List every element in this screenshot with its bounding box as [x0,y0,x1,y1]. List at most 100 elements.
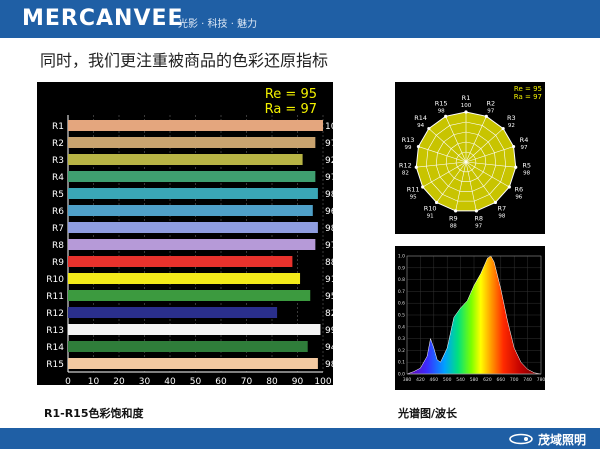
y-tick-label: R9 [52,258,64,268]
y-tick-label: R5 [52,190,64,200]
data-label: 88 [325,258,333,268]
radar-point [474,209,478,213]
bar-chart-svg: 0 10 20 30 40 50 60 70 80 90 100 R1 100 R2 97 R3 92 R4 97 R… [46,87,342,387]
radar-axis-label: R11 [407,186,420,194]
data-label: 96 [325,207,333,217]
bar-r1 [68,120,323,131]
radar-chart-svg: R1100 R297R392R497R598R696R798R897R988R10… [399,85,542,230]
radar-point [511,144,516,149]
radar-point [464,110,468,114]
y-tick-label: R13 [46,326,64,336]
radar-point [501,126,505,131]
y-tick-label: 0.1 [398,360,405,366]
x-tick-label: 50 [190,377,202,385]
x-tick-label: 20 [113,377,125,385]
y-tick-label: 0.3 [398,336,405,342]
header-bar: MERCANVEE 光影 · 科技 · 魅力 [0,0,600,38]
spectrum-caption: 光谱图/波长 [398,407,458,420]
radar-point [416,144,421,149]
ra-label: Ra = 97 [265,102,317,117]
bar-r8 [68,239,316,250]
company-logo-icon [509,433,533,445]
x-tick-label: 100 [314,377,331,385]
slide-title: 同时，我们更注重被商品的色彩还原指标 [40,51,329,70]
radar-chart: R1 100 R2 97 R3 92 R4 97 R5 98 R6 96 R7 98 R8 97 R9 88 R10… [395,82,545,234]
radar-axis-value: 97 [475,224,482,230]
radar-axis-label: R15 [435,99,448,107]
data-label: 91 [325,275,333,285]
y-tick-label: R12 [46,309,64,319]
x-tick-label: 700 [510,377,519,383]
bar-r15 [68,358,318,369]
radar-legend-ra: Ra = 97 [514,93,542,101]
y-tick-label: R6 [52,207,64,217]
x-tick-label: 30 [139,377,151,385]
bar-r14 [68,341,308,352]
radar-axis-label: R10 [424,204,437,212]
radar-axis-value: 99 [404,145,411,151]
x-tick-label: 10 [88,377,100,385]
radar-axis-value: 91 [427,213,434,219]
y-tick-label: R2 [52,139,64,149]
x-tick-label: 420 [416,377,425,383]
data-label: 97 [325,241,333,251]
x-tick-label: 740 [523,377,532,383]
x-tick-label: 70 [241,377,253,385]
bar-r2 [68,137,316,148]
x-tick-label: 380 [403,377,412,383]
spectrum-chart-svg: 0.0 0.1 0.2 0.3 0.4 0.5 0.6 0.7 0.8 0.9 1.0 380 420 4… [398,254,546,384]
re-label: Re = 95 [265,87,317,102]
y-tick-label: 0.0 [398,372,405,378]
y-tick-label: 0.7 [398,289,405,295]
x-tick-label: 90 [292,377,304,385]
radar-axis-label: R2 [486,99,495,107]
radar-axis-label: R1 [462,94,471,102]
bar-r9 [68,256,293,267]
radar-axis-value: 88 [450,224,457,230]
radar-point [427,126,431,131]
bar-r5 [68,188,318,199]
x-tick-label: 460 [430,377,439,383]
radar-axis-label: R3 [507,114,516,122]
radar-axis-label: R6 [514,186,523,194]
company-name: 茂域照明 [537,432,586,447]
x-tick-label: 40 [164,377,176,385]
y-tick-label: R1 [52,122,64,132]
y-tick-label: R11 [46,292,64,302]
radar-legend-re: Re = 95 [514,85,542,93]
x-tick-label: 620 [483,377,492,383]
radar-point [507,185,511,189]
y-tick-label: 0.9 [398,265,405,271]
y-tick-label: R14 [46,343,64,353]
bar-r7 [68,222,318,233]
bar-r13 [68,324,321,335]
radar-axis-label: R5 [522,161,531,169]
radar-axis-value: 82 [402,170,409,176]
radar-axis-label: R4 [520,136,529,144]
y-tick-label: R8 [52,241,64,251]
x-tick-label: 660 [497,377,506,383]
data-label: 98 [325,360,333,370]
data-label: 100 [325,122,333,132]
y-tick-label: 0.4 [398,324,405,330]
radar-axis-label: R9 [449,215,458,223]
y-tick-label: R10 [46,275,64,285]
data-label: 82 [325,309,333,319]
data-label: 97 [325,173,333,183]
data-label: 98 [325,190,333,200]
x-tick-label: 540 [456,377,465,383]
bar-r6 [68,205,313,216]
data-label: 98 [325,224,333,234]
radar-axis-value: 98 [438,108,445,114]
presentation-slide: MERCANVEE 光影 · 科技 · 魅力 同时，我们更注重被商品的色彩还原指… [0,0,600,449]
radar-point [514,165,518,169]
y-tick-label: 0.6 [398,301,405,307]
bar-r3 [68,154,303,165]
spectrum-chart: 0.0 0.1 0.2 0.3 0.4 0.5 0.6 0.7 0.8 0.9 1.0 380 420 4… [395,246,545,390]
x-tick-label: 580 [470,377,479,383]
radar-point [421,185,425,189]
radar-point [444,114,448,118]
radar-axis-value: 98 [498,213,505,219]
bar-r12 [68,307,278,318]
radar-axis-label: R14 [414,114,427,122]
